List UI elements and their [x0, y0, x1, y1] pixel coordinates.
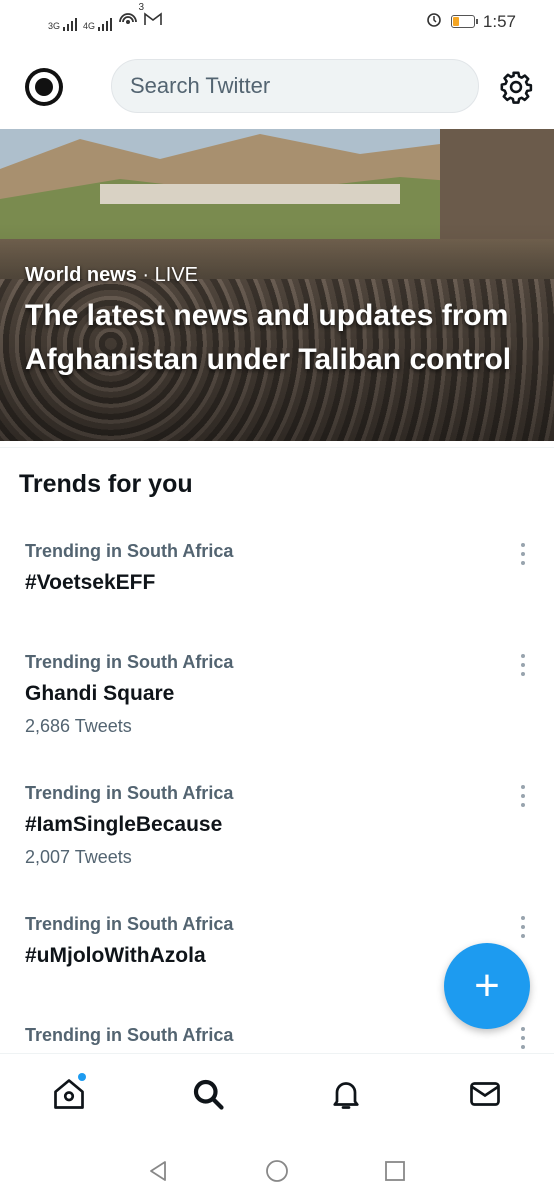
notification-count: 3 — [138, 2, 145, 13]
avatar[interactable] — [25, 68, 63, 106]
bell-icon[interactable] — [328, 1076, 364, 1112]
search-bar[interactable] — [111, 59, 479, 113]
trend-count: 2,686 Tweets — [25, 716, 132, 736]
status-bar: 3G 4G 3 1:57 — [0, 0, 554, 44]
battery-icon — [450, 15, 478, 28]
hero-kicker: World news · LIVE — [25, 264, 198, 287]
more-icon[interactable] — [518, 543, 528, 565]
home-icon[interactable] — [51, 1076, 87, 1112]
home-circle-icon[interactable] — [265, 1159, 289, 1183]
gmail-icon — [144, 12, 162, 31]
hero-news-card[interactable]: World news · LIVE The latest news and up… — [0, 129, 554, 441]
trend-count: 2,007 Tweets — [25, 847, 132, 867]
trends-title: Trends for you — [19, 470, 193, 498]
signal-icon-1: 3G — [48, 18, 78, 31]
system-nav — [0, 1141, 554, 1200]
trend-context: Trending in South Africa — [25, 1025, 234, 1045]
network-type-1: 3G — [48, 21, 61, 31]
trend-name: #uMjoloWithAzola — [25, 944, 206, 967]
more-icon[interactable] — [518, 785, 528, 807]
trend-context: Trending in South Africa — [25, 541, 234, 561]
clock: 1:57 — [482, 11, 516, 31]
trend-item[interactable]: Trending in South Africa — [0, 1025, 554, 1053]
search-icon[interactable] — [190, 1076, 226, 1112]
back-icon[interactable] — [146, 1159, 170, 1183]
hotspot-icon: 3 — [118, 2, 144, 31]
hero-headline[interactable]: The latest news and updates from Afghani… — [25, 294, 535, 382]
search-input[interactable] — [112, 60, 478, 112]
trend-item[interactable]: Trending in South Africa #VoetsekEFF — [0, 541, 554, 641]
trend-name: #VoetsekEFF — [25, 571, 156, 594]
hero-separator: · — [136, 264, 155, 286]
status-right: 1:57 — [425, 10, 516, 33]
more-icon[interactable] — [518, 916, 528, 938]
gear-icon[interactable] — [499, 70, 533, 104]
live-label: LIVE — [154, 264, 199, 286]
more-icon[interactable] — [518, 1027, 528, 1049]
divider — [0, 447, 554, 448]
plus-icon: + — [474, 961, 500, 1010]
bottom-nav — [0, 1053, 554, 1142]
trend-context: Trending in South Africa — [25, 914, 234, 934]
recents-icon[interactable] — [383, 1159, 407, 1183]
trend-item[interactable]: Trending in South Africa Ghandi Square 2… — [0, 652, 554, 762]
compose-button[interactable]: + — [444, 943, 530, 1029]
network-type-2: 4G — [83, 21, 96, 31]
alarm-icon — [425, 10, 443, 33]
trend-context: Trending in South Africa — [25, 652, 234, 672]
hero-category: World news — [25, 264, 137, 286]
mail-icon[interactable] — [467, 1076, 503, 1112]
unread-dot — [78, 1073, 86, 1081]
status-left: 3G 4G 3 — [48, 2, 162, 31]
trend-item[interactable]: Trending in South Africa #IamSingleBecau… — [0, 783, 554, 893]
trend-context: Trending in South Africa — [25, 783, 234, 803]
signal-icon-2: 4G — [83, 18, 113, 31]
trend-name: #IamSingleBecause — [25, 813, 223, 836]
more-icon[interactable] — [518, 654, 528, 676]
trend-name: Ghandi Square — [25, 682, 175, 705]
